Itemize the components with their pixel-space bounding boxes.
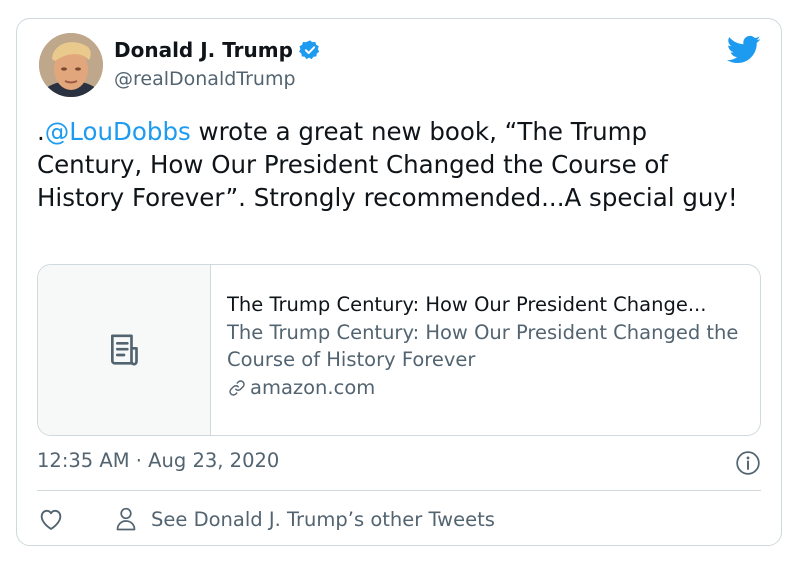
mention-link[interactable]: @LouDobbs <box>45 117 191 146</box>
heart-icon[interactable] <box>37 505 65 533</box>
see-other-tweets-label: See Donald J. Trump’s other Tweets <box>151 507 495 531</box>
info-icon[interactable] <box>735 450 761 476</box>
verified-badge-icon <box>299 40 320 60</box>
see-other-tweets-link[interactable]: See Donald J. Trump’s other Tweets <box>115 506 495 532</box>
avatar[interactable] <box>39 33 103 97</box>
tweet-time: 12:35 AM <box>37 449 130 472</box>
link-body: The Trump Century: How Our President Cha… <box>211 265 760 435</box>
person-icon <box>116 507 136 531</box>
meta-separator: · <box>135 449 142 472</box>
document-icon <box>111 334 138 366</box>
action-bar: See Donald J. Trump’s other Tweets <box>37 505 495 533</box>
tweet-prefix: . <box>37 117 45 146</box>
twitter-bird-icon[interactable] <box>727 35 761 65</box>
author-name[interactable]: Donald J. Trump <box>114 38 321 62</box>
tweet-card: Donald J. Trump @realDonaldTrump .@LouDo… <box>16 18 782 546</box>
link-preview-card[interactable]: The Trump Century: How Our President Cha… <box>37 264 761 436</box>
link-domain-text: amazon.com <box>250 376 376 399</box>
tweet-text: .@LouDobbs wrote a great new book, “The … <box>37 115 757 214</box>
author-name-text: Donald J. Trump <box>114 38 293 62</box>
avatar-image <box>39 33 103 97</box>
link-description: The Trump Century: How Our President Cha… <box>227 321 739 371</box>
link-title: The Trump Century: How Our President Cha… <box>227 293 707 316</box>
divider <box>37 490 761 491</box>
tweet-timestamp[interactable]: 12:35 AM · Aug 23, 2020 <box>37 449 279 472</box>
link-domain: amazon.com <box>227 374 744 401</box>
tweet-date: Aug 23, 2020 <box>148 449 280 472</box>
link-icon <box>229 379 245 396</box>
author-handle[interactable]: @realDonaldTrump <box>114 68 296 90</box>
link-thumbnail <box>38 265 211 435</box>
